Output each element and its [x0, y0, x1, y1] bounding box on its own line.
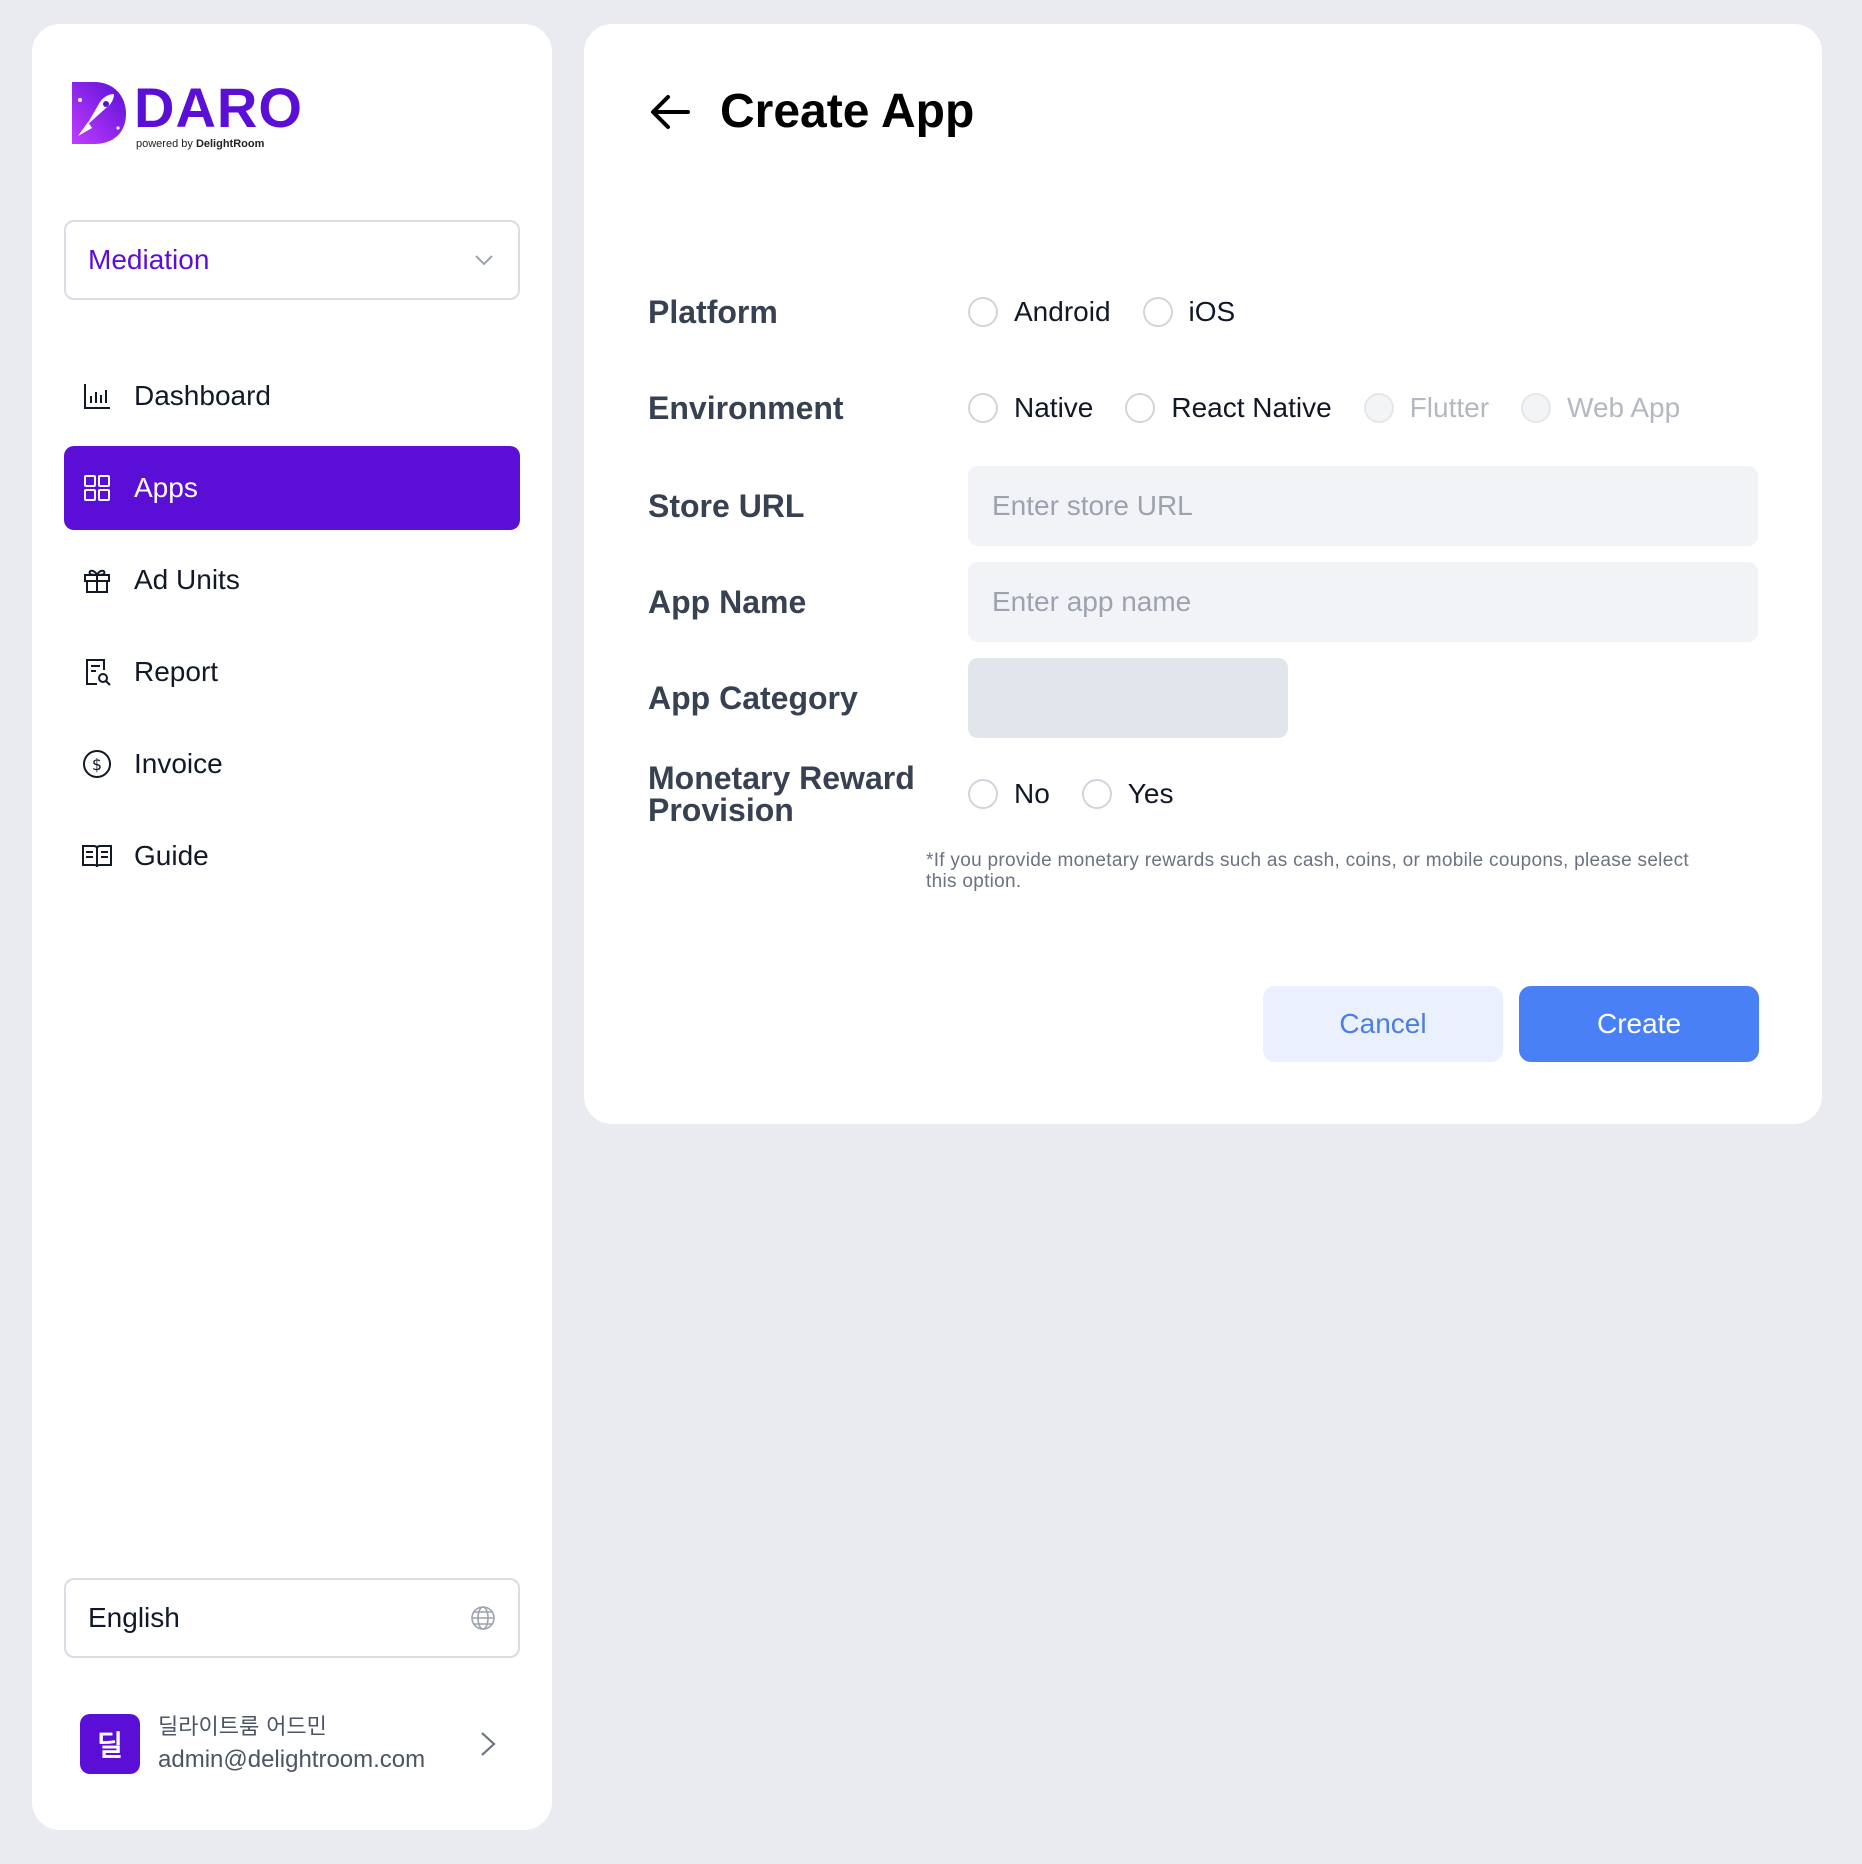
sidebar-item-ad-units[interactable]: Ad Units	[64, 538, 520, 622]
platform-label: Platform	[648, 294, 778, 330]
cancel-button[interactable]: Cancel	[1263, 986, 1503, 1062]
user-name: 딜라이트룸 어드민	[158, 1715, 327, 1740]
page-title: Create App	[720, 85, 975, 138]
environment-web-app-radio: Web App	[1521, 392, 1680, 424]
platform-row: Platform Android iOS	[648, 296, 1267, 328]
radio-circle	[1363, 393, 1394, 423]
monetary-reward-no-radio[interactable]: No	[968, 778, 1050, 810]
product-select-value: Mediation	[88, 244, 210, 275]
monetary-reward-note: *If you provide monetary rewards such as…	[926, 850, 1689, 892]
platform-ios-radio[interactable]: iOS	[1142, 296, 1235, 328]
radio-circle[interactable]	[1081, 779, 1112, 809]
monetary-reward-yes-radio[interactable]: Yes	[1081, 778, 1173, 810]
platform-android-radio[interactable]: Android	[968, 296, 1111, 328]
monetary-reward-row: Monetary Reward Provision No Yes	[648, 762, 1205, 826]
sidebar-item-guide[interactable]: Guide	[64, 814, 520, 898]
daro-logo[interactable]: DARO powered by DelightRoom	[64, 78, 303, 150]
sidebar-item-dashboard[interactable]: Dashboard	[64, 354, 520, 438]
environment-native-radio[interactable]: Native	[968, 392, 1093, 424]
store-url-label: Store URL	[648, 488, 805, 524]
radio-circle	[1521, 393, 1552, 423]
radio-circle[interactable]	[968, 779, 998, 809]
app-name-row: App Name	[648, 562, 1758, 642]
app-name-label: App Name	[648, 584, 807, 620]
sidebar-item-label: Dashboard	[134, 380, 271, 411]
report-search-icon	[80, 655, 114, 689]
radio-circle[interactable]	[1125, 393, 1156, 423]
create-app-panel: Create App Platform Android iOS Environm…	[584, 24, 1822, 1124]
globe-icon	[471, 1606, 495, 1630]
environment-flutter-radio: Flutter	[1363, 392, 1489, 424]
language-select[interactable]: English	[64, 1578, 520, 1658]
monetary-reward-label: Monetary Reward Provision	[648, 760, 915, 828]
language-select-value: English	[88, 1602, 180, 1633]
sidebar-nav: Dashboard Apps Ad Units Report $ Invoice	[64, 354, 520, 906]
store-url-input[interactable]	[968, 466, 1758, 546]
radio-circle[interactable]	[1142, 297, 1173, 327]
sidebar-item-report[interactable]: Report	[64, 630, 520, 714]
brand-tagline: powered by DelightRoom	[136, 138, 265, 150]
sidebar-item-invoice[interactable]: $ Invoice	[64, 722, 520, 806]
user-profile[interactable]: 딜 딜라이트룸 어드민 admin@delightroom.com	[80, 1704, 500, 1784]
grid-icon	[80, 471, 114, 505]
gift-icon	[80, 563, 114, 597]
sidebar-item-label: Invoice	[134, 748, 223, 779]
environment-react-native-radio[interactable]: React Native	[1125, 392, 1332, 424]
app-category-label: App Category	[648, 680, 858, 716]
bar-chart-icon	[80, 379, 114, 413]
environment-label: Environment	[648, 390, 844, 426]
dollar-circle-icon: $	[80, 747, 114, 781]
back-arrow-icon[interactable]	[646, 88, 694, 136]
user-email: admin@delightroom.com	[158, 1746, 426, 1773]
sidebar: DARO powered by DelightRoom Mediation Da…	[32, 24, 552, 1830]
brand-name: DARO	[134, 76, 303, 139]
store-url-row: Store URL	[648, 466, 1758, 546]
app-category-select[interactable]	[968, 658, 1288, 738]
sidebar-item-label: Report	[134, 656, 219, 687]
avatar: 딜	[80, 1714, 140, 1774]
environment-row: Environment Native React Native Flutter …	[648, 392, 1712, 424]
rocket-logo-icon	[72, 82, 126, 144]
app-name-input[interactable]	[968, 562, 1758, 642]
radio-circle[interactable]	[968, 393, 998, 423]
radio-circle[interactable]	[968, 297, 998, 327]
sidebar-item-label: Guide	[134, 840, 209, 871]
sidebar-item-label: Apps	[134, 472, 198, 503]
sidebar-item-apps[interactable]: Apps	[64, 446, 520, 530]
chevron-down-icon	[475, 255, 493, 266]
app-category-row: App Category	[648, 658, 1288, 738]
svg-text:$: $	[92, 755, 102, 774]
product-select[interactable]: Mediation	[64, 220, 520, 300]
create-button[interactable]: Create	[1519, 986, 1759, 1062]
chevron-right-icon[interactable]	[476, 1729, 500, 1759]
sidebar-item-label: Ad Units	[134, 564, 240, 595]
book-icon	[80, 839, 114, 873]
